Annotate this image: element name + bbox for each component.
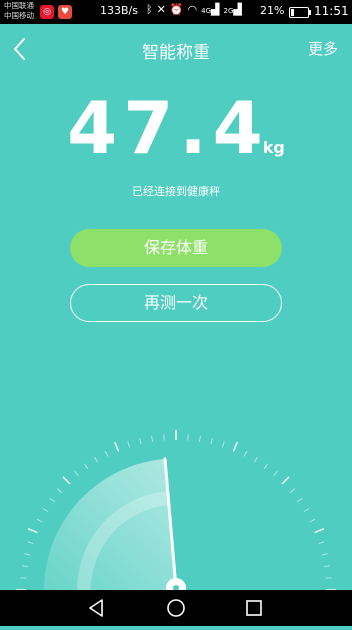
- carrier-1: 中国联通: [4, 1, 34, 11]
- wifi-icon: ◠: [188, 3, 202, 16]
- gauge-tick: [37, 519, 42, 522]
- gauge-tick: [115, 442, 119, 451]
- gauge-tick: [254, 457, 257, 462]
- weight-unit: kg: [263, 138, 285, 157]
- gauge-tick: [94, 457, 97, 462]
- gauge-tick: [84, 464, 88, 469]
- carrier-labels: 中国联通 中国移动: [4, 1, 34, 21]
- clock: 11:51: [314, 4, 349, 18]
- gauge-tick: [315, 529, 324, 533]
- network-2g-label: 2G: [224, 7, 234, 15]
- signal-icon-2: ▟: [233, 3, 245, 16]
- gauge-tick: [322, 554, 328, 555]
- nav-recent-button[interactable]: [234, 590, 274, 626]
- carrier-2: 中国移动: [4, 11, 34, 21]
- triangle-back-icon: [76, 590, 116, 626]
- bluetooth-icon: ᛒ: [146, 3, 157, 16]
- navigation-bar: [0, 590, 352, 626]
- more-button[interactable]: 更多: [308, 38, 338, 59]
- network-4g-label: 4G: [201, 7, 211, 15]
- gauge-tick: [324, 566, 330, 567]
- gauge-tick: [310, 519, 315, 522]
- gauge-tick: [128, 442, 130, 448]
- alarm-icon: ⏰: [170, 3, 188, 16]
- gauge-tick: [22, 566, 28, 567]
- gauge-tick: [222, 442, 224, 448]
- gauge-tick: [199, 436, 200, 442]
- gauge-tick: [28, 542, 34, 544]
- gauge-tick: [264, 464, 268, 469]
- gauge-tick: [290, 489, 295, 493]
- weight-gauge: [0, 410, 352, 590]
- gauge-tick: [28, 529, 37, 533]
- gauge-tick: [273, 471, 277, 476]
- battery-fill: [291, 9, 294, 16]
- gauge-tick: [75, 471, 79, 476]
- gauge-tick: [304, 508, 309, 511]
- weibo-notification-icon: ◎: [40, 5, 54, 19]
- gauge-tick: [57, 489, 62, 493]
- mute-icon: ✕: [157, 3, 170, 16]
- status-icons: ᛒ✕⏰◠4G▟2G▟: [146, 3, 246, 16]
- gauge-tick: [43, 508, 48, 511]
- gauge-tick: [105, 451, 108, 456]
- circle-home-icon: [156, 590, 196, 626]
- health-notification-icon: ♥: [58, 5, 72, 19]
- weight-display: 47.4kg: [0, 88, 352, 168]
- connection-status: 已经连接到健康秤: [0, 183, 352, 199]
- square-recent-icon: [234, 590, 274, 626]
- weight-value: 47.4: [67, 86, 269, 170]
- gauge-tick: [63, 477, 70, 484]
- gauge-tick: [297, 498, 302, 502]
- gauge-tick: [233, 442, 237, 451]
- page-title: 智能称重: [0, 38, 352, 63]
- signal-icon: ▟: [211, 3, 223, 16]
- gauge-tick: [319, 542, 325, 544]
- status-bar: 中国联通 中国移动 ◎ ♥ 133B/s ᛒ✕⏰◠4G▟2G▟ 21% 11:5…: [0, 0, 352, 24]
- top-bar: 智能称重 更多: [0, 24, 352, 72]
- gauge-tick: [211, 438, 212, 444]
- gauge-tick: [50, 498, 55, 502]
- gauge-tick: [152, 436, 153, 442]
- nav-back-button[interactable]: [76, 590, 116, 626]
- battery-percent: 21%: [260, 4, 284, 17]
- gauge-tick: [244, 451, 247, 456]
- gauge-tick: [282, 477, 289, 484]
- save-weight-button[interactable]: 保存体重: [70, 229, 282, 267]
- net-speed: 133B/s: [100, 4, 138, 17]
- retest-button[interactable]: 再测一次: [70, 284, 282, 322]
- battery-icon: [289, 7, 309, 18]
- nav-home-button[interactable]: [156, 590, 196, 626]
- gauge-tick: [140, 438, 141, 444]
- gauge-tick: [24, 554, 30, 555]
